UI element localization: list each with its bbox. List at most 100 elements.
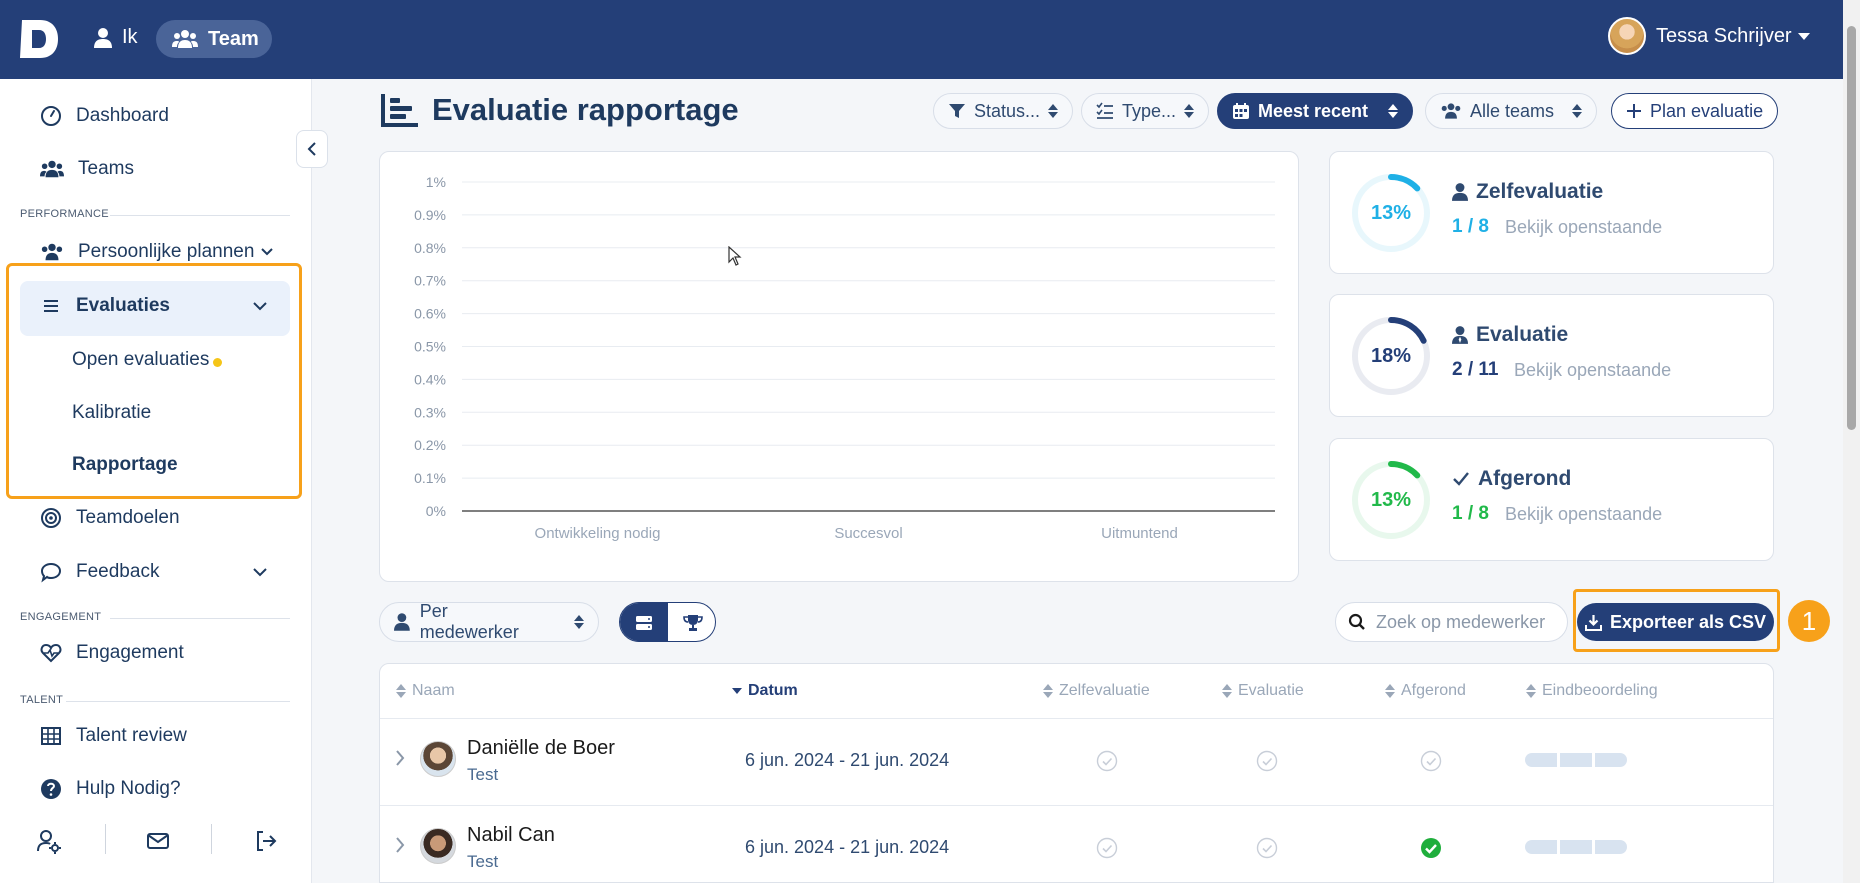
stat-link[interactable]: Bekijk openstaande xyxy=(1505,217,1662,238)
stat-count: 1 / 8 xyxy=(1452,503,1489,524)
bar-chart: 0% 0.1% 0.2% 0.3% 0.4% 0.5% 0.6% 0.7% 0.8% 0.9% 1%… xyxy=(414,174,1275,542)
export-csv-label: Exporteer als CSV xyxy=(1609,611,1767,632)
column-header-naam[interactable]: Naam xyxy=(396,682,455,700)
y-tick-label: 0.4% xyxy=(414,371,446,387)
stat-title: Afgerond xyxy=(1452,467,1571,491)
check-circle-icon xyxy=(1096,837,1118,859)
per-medewerker-label: Per medewerker xyxy=(419,601,519,642)
scrollbar-thumb[interactable] xyxy=(1847,26,1856,430)
column-header-label: Naam xyxy=(412,682,455,699)
stat-link[interactable]: Bekijk openstaande xyxy=(1505,504,1662,525)
filter-status-label: Status... xyxy=(974,100,1041,121)
sidebar-item-teamdoelen[interactable]: Teamdoelen xyxy=(40,507,180,529)
y-tick-label: 0.6% xyxy=(414,306,446,322)
sort-icon xyxy=(1385,684,1395,698)
check-circle-icon xyxy=(1256,750,1278,772)
users-icon xyxy=(1441,103,1461,119)
user-tie-icon xyxy=(1452,326,1468,344)
filter-type[interactable]: Type... xyxy=(1081,93,1210,129)
mail-icon[interactable] xyxy=(145,828,171,854)
sort-select[interactable]: Meest recent xyxy=(1217,93,1414,129)
plan-evaluatie-label: Plan evaluatie xyxy=(1650,100,1764,121)
stat-card-evaluatie[interactable]: 18% Evaluatie 2 / 11 Bekijk openstaande xyxy=(1329,294,1774,417)
column-header-afgerond[interactable]: Afgerond xyxy=(1385,682,1466,700)
sidebar-item-dashboard[interactable]: Dashboard xyxy=(40,105,169,127)
table-row[interactable]: Nabil Can Test 6 jun. 2024 - 21 jun. 202… xyxy=(380,805,1773,883)
sidebar-item-hulp[interactable]: Hulp Nodig? xyxy=(40,778,181,800)
chevron-left-icon xyxy=(307,142,316,156)
bar-chart-icon xyxy=(381,94,418,127)
stat-card-zelfevaluatie[interactable]: 13% Zelfevaluatie 1 / 8 Bekijk openstaan… xyxy=(1329,151,1774,274)
stat-percentage: 13% xyxy=(1370,201,1412,224)
evaluation-date: 6 jun. 2024 - 21 jun. 2024 xyxy=(745,837,950,857)
y-tick-label: 0.8% xyxy=(414,240,446,256)
highlight-frame-evaluaties xyxy=(6,263,302,499)
rating-bar xyxy=(1525,840,1627,854)
trophy-view-button[interactable] xyxy=(668,603,715,641)
filter-status[interactable]: Status... xyxy=(933,93,1074,129)
column-header-zelfevaluatie[interactable]: Zelfevaluatie xyxy=(1043,682,1150,700)
teams-select[interactable]: Alle teams xyxy=(1425,93,1598,129)
sidebar-item-label: Persoonlijke plannen xyxy=(78,241,255,262)
y-tick-label: 0.1% xyxy=(414,470,446,486)
y-tick-label: 0.3% xyxy=(414,404,446,420)
export-csv-button[interactable]: Exporteer als CSV xyxy=(1577,603,1774,641)
sort-icon xyxy=(1526,684,1536,698)
per-medewerker-select[interactable]: Per medewerker xyxy=(379,601,599,642)
chevron-right-icon[interactable] xyxy=(394,836,406,854)
sidebar-item-label: Talent review xyxy=(76,725,187,746)
sidebar-item-engagement[interactable]: Engagement xyxy=(40,642,184,664)
collapse-sidebar-button[interactable] xyxy=(296,130,328,168)
employee-team: Test xyxy=(467,852,499,871)
evaluation-date: 6 jun. 2024 - 21 jun. 2024 xyxy=(745,750,950,770)
search-field[interactable] xyxy=(1335,602,1568,642)
stat-count: 1 / 8 xyxy=(1452,216,1489,237)
chevron-down-icon[interactable] xyxy=(252,567,268,579)
sidebar-item-talent-review[interactable]: Talent review xyxy=(40,725,187,747)
plan-evaluatie-button[interactable]: Plan evaluatie xyxy=(1611,93,1779,129)
user-name: Tessa Schrijver xyxy=(1656,24,1792,47)
chevron-right-icon[interactable] xyxy=(394,749,406,767)
list-view-button[interactable] xyxy=(620,603,668,641)
user-settings-icon[interactable] xyxy=(36,828,62,854)
filter-icon xyxy=(949,104,965,118)
logo-icon[interactable] xyxy=(18,18,60,60)
page-scrollbar[interactable] xyxy=(1843,0,1860,883)
stat-link[interactable]: Bekijk openstaande xyxy=(1514,360,1671,381)
column-header-datum[interactable]: Datum xyxy=(732,682,798,700)
logout-icon[interactable] xyxy=(253,828,279,854)
sort-icon xyxy=(1572,104,1583,118)
chevron-down-icon xyxy=(261,248,274,256)
grid-icon xyxy=(41,727,61,745)
divider xyxy=(66,701,290,702)
sidebar-item-persoonlijke-plannen[interactable]: Persoonlijke plannen xyxy=(40,241,274,263)
sidebar-item-label: Teams xyxy=(78,158,134,179)
stat-title-text: Evaluatie xyxy=(1476,323,1569,346)
sidebar-item-teams[interactable]: Teams xyxy=(40,158,134,180)
column-header-evaluatie[interactable]: Evaluatie xyxy=(1222,682,1304,700)
check-circle-icon xyxy=(1421,838,1441,858)
sort-icon xyxy=(574,615,584,629)
users-icon xyxy=(41,243,63,261)
y-tick-label: 0.7% xyxy=(414,273,446,289)
user-menu[interactable]: Tessa Schrijver xyxy=(1608,17,1810,55)
user-icon xyxy=(94,27,112,48)
y-tick-label: 0% xyxy=(426,503,446,519)
nav-ik[interactable]: Ik xyxy=(94,26,138,49)
column-header-label: Zelfevaluatie xyxy=(1059,682,1150,699)
column-header-eindbeoordeling[interactable]: Eindbeoordeling xyxy=(1526,682,1658,700)
column-header-label: Afgerond xyxy=(1401,682,1466,699)
chat-icon xyxy=(40,562,62,583)
sidebar-item-feedback[interactable]: Feedback xyxy=(40,561,159,583)
column-header-label: Evaluatie xyxy=(1238,682,1304,699)
stat-card-afgerond[interactable]: 13% Afgerond 1 / 8 Bekijk openstaande xyxy=(1329,438,1774,561)
table-row[interactable]: Daniëlle de Boer Test 6 jun. 2024 - 21 j… xyxy=(380,718,1773,805)
step-badge: 1 xyxy=(1788,600,1830,642)
caret-down-icon xyxy=(1797,32,1810,40)
check-icon xyxy=(1453,472,1469,486)
search-input[interactable] xyxy=(1376,611,1546,633)
nav-ik-label: Ik xyxy=(122,26,138,48)
users-icon xyxy=(40,160,64,178)
gauge-icon xyxy=(41,106,61,126)
nav-team[interactable]: Team xyxy=(156,20,272,58)
